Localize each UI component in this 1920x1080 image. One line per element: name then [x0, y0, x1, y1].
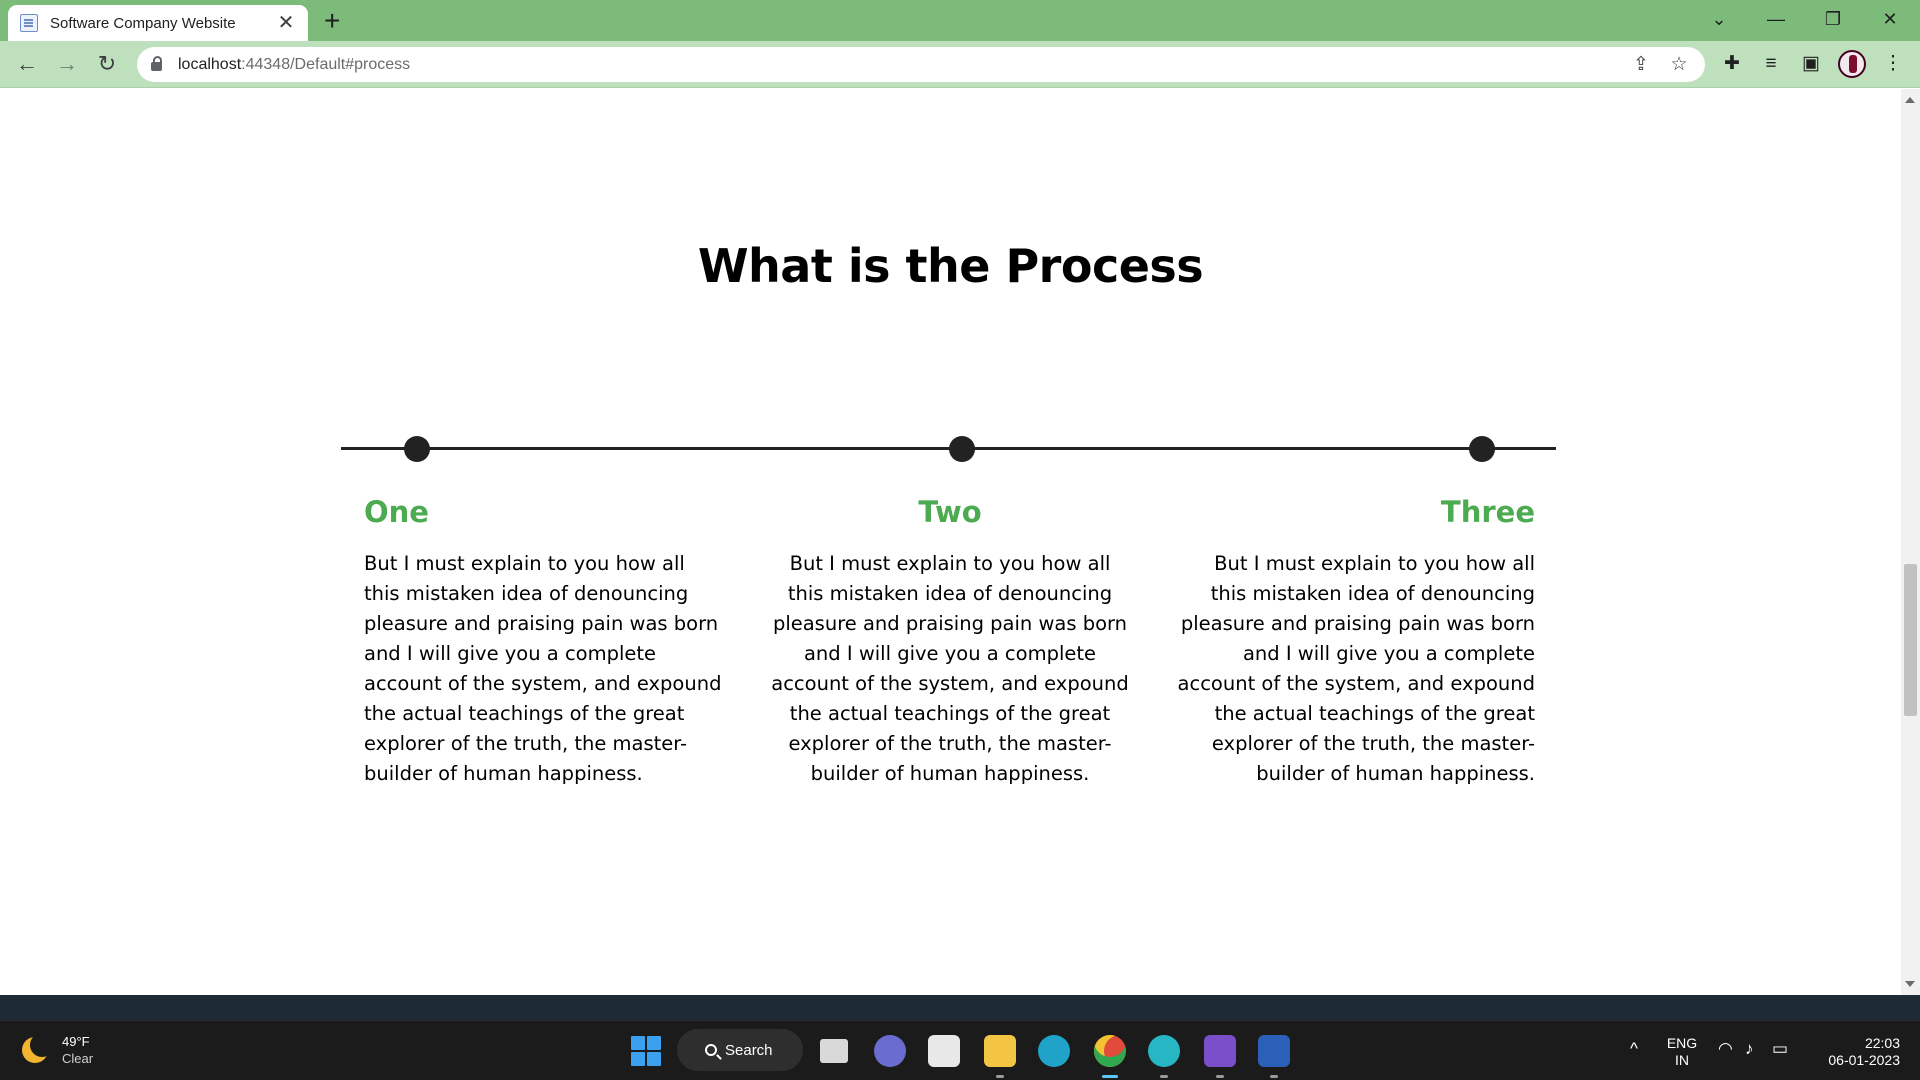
volume-icon[interactable]: ♪ [1745, 1039, 1754, 1059]
chrome-icon[interactable] [1094, 1035, 1126, 1078]
language-indicator[interactable]: ENG IN [1662, 1035, 1702, 1069]
scroll-down-icon[interactable] [1905, 981, 1915, 987]
page-footer-edge [0, 995, 1920, 1020]
extensions-icon[interactable]: ✚ [1717, 49, 1747, 79]
windows-taskbar: 49°F Clear Search ^ ENG IN ◠ ♪ ▭ 22:03 0… [0, 1020, 1920, 1080]
address-bar[interactable]: localhost:44348/Default#process ⇪ ☆ [137, 47, 1705, 82]
share-icon[interactable]: ⇪ [1629, 53, 1653, 76]
forward-button[interactable]: → [51, 48, 83, 80]
profile-avatar[interactable] [1838, 50, 1866, 78]
clock-time: 22:03 [1864, 1035, 1900, 1051]
page-favicon-icon [20, 14, 38, 32]
weather-condition: Clear [62, 1051, 94, 1066]
scrollbar-thumb[interactable] [1904, 564, 1917, 716]
battery-icon[interactable]: ▭ [1772, 1039, 1788, 1059]
step-description: But I must explain to you how all this m… [1177, 552, 1535, 785]
clock[interactable]: 22:03 06-01-2023 [1810, 1035, 1900, 1069]
minimize-button[interactable]: — [1756, 4, 1796, 34]
lock-icon[interactable] [151, 56, 162, 71]
url-path: :44348/Default#process [241, 55, 411, 73]
browser-tab[interactable]: Software Company Website ✕ [8, 5, 308, 41]
back-button[interactable]: ← [11, 48, 43, 80]
page-content: What is the Process One But I must expla… [0, 89, 1901, 995]
scroll-up-icon[interactable] [1905, 97, 1915, 103]
taskbar-search[interactable]: Search [677, 1029, 803, 1071]
task-view-icon[interactable] [820, 1039, 848, 1063]
timeline-dot-one [404, 436, 430, 462]
visual-studio-icon[interactable] [1204, 1035, 1236, 1078]
moon-icon [22, 1033, 54, 1063]
reload-button[interactable]: ↻ [91, 48, 123, 80]
wifi-icon[interactable]: ◠ [1718, 1039, 1733, 1059]
page-scrollbar[interactable] [1901, 89, 1920, 995]
star-icon[interactable]: ☆ [1667, 53, 1691, 76]
new-tab-button[interactable]: + [324, 6, 340, 36]
tab-title: Software Company Website [50, 14, 236, 32]
file-explorer-icon[interactable] [984, 1035, 1016, 1078]
step-label: Two [918, 495, 982, 529]
url-host: localhost [178, 55, 242, 73]
timeline-dot-three [1469, 436, 1495, 462]
step-description: But I must explain to you how all this m… [364, 552, 722, 785]
process-step-one: One But I must explain to you how all th… [364, 494, 726, 789]
word-icon[interactable] [1258, 1035, 1290, 1078]
step-label: Three [1440, 495, 1535, 529]
tab-close-icon[interactable]: ✕ [276, 13, 296, 33]
language-code: ENG [1666, 1035, 1698, 1051]
weather-widget[interactable]: 49°F Clear [22, 1033, 93, 1067]
browser-toolbar: ← → ↻ localhost:44348/Default#process ⇪ … [0, 41, 1920, 88]
step-label: One [364, 495, 429, 529]
restore-button[interactable]: ❐ [1813, 4, 1853, 34]
step-description: But I must explain to you how all this m… [771, 552, 1129, 785]
media-control-icon[interactable]: ≡ [1756, 49, 1786, 79]
process-step-two: Two But I must explain to you how all th… [769, 494, 1131, 789]
region-code: IN [1675, 1052, 1689, 1068]
store-icon[interactable] [928, 1035, 960, 1067]
process-step-three: Three But I must explain to you how all … [1173, 494, 1535, 789]
side-panel-icon[interactable]: ▣ [1796, 49, 1826, 79]
search-icon [705, 1044, 717, 1056]
menu-icon[interactable]: ⋮ [1878, 49, 1908, 79]
weather-temperature: 49°F [62, 1034, 90, 1049]
search-label: Search [725, 1041, 773, 1059]
tab-search-chevron-icon[interactable]: ⌄ [1699, 4, 1739, 34]
process-heading: What is the Process [697, 239, 1204, 293]
tray-overflow-chevron-icon[interactable]: ^ [1630, 1039, 1638, 1059]
timeline-dot-two [949, 436, 975, 462]
close-window-button[interactable]: ✕ [1870, 4, 1910, 34]
chat-icon[interactable] [874, 1035, 906, 1067]
browser-tab-bar: Software Company Website ✕ + ⌄ — ❐ ✕ [0, 0, 1920, 41]
canva-icon[interactable] [1148, 1035, 1180, 1078]
start-button[interactable] [631, 1036, 661, 1066]
clock-date: 06-01-2023 [1828, 1052, 1900, 1068]
edge-icon[interactable] [1038, 1035, 1070, 1067]
